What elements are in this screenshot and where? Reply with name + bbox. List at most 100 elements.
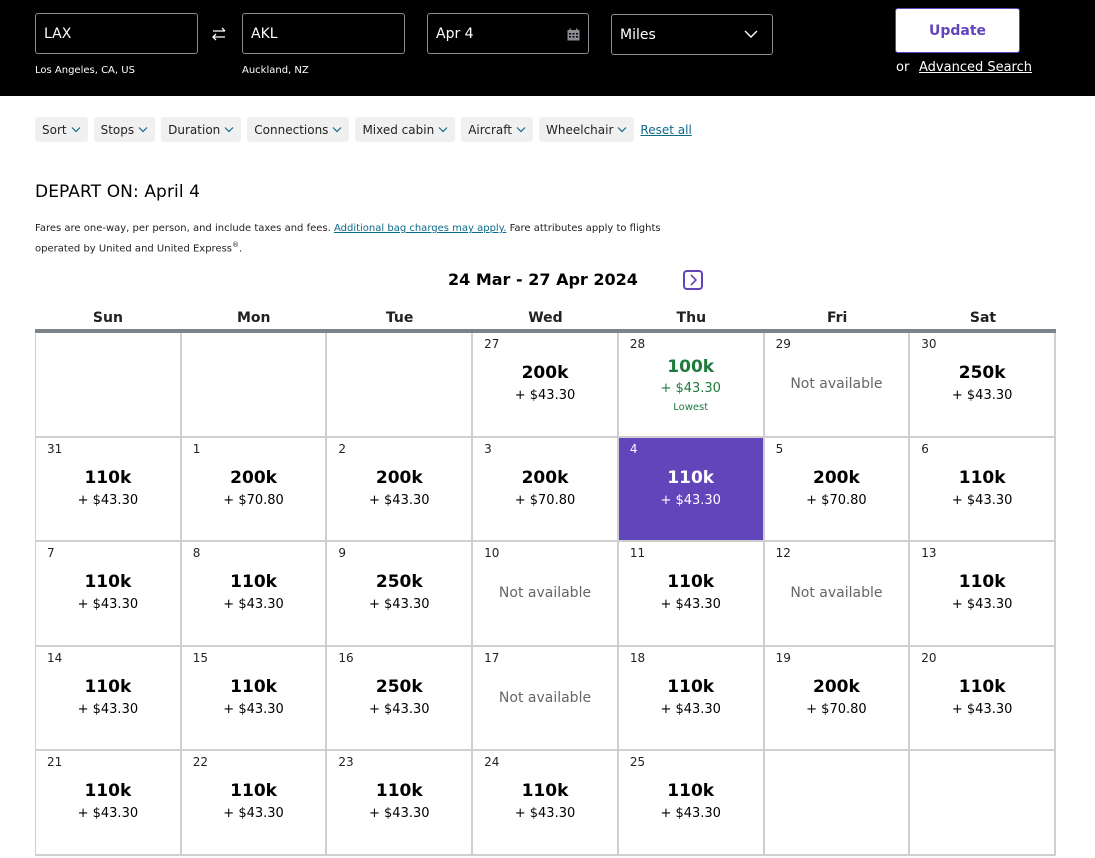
tax-fee: + $70.80 [223,492,284,508]
filter-mixed-cabin[interactable]: Mixed cabin [355,117,456,142]
calendar-day-cell[interactable]: 5 200k + $70.80 [764,437,911,542]
bag-charges-link[interactable]: Additional bag charges may apply. [334,223,506,234]
calendar-day-cell[interactable]: 16 250k + $43.30 [327,646,474,751]
weekday-wed: Wed [528,310,563,326]
registered-mark: ® [232,241,240,249]
filter-connections[interactable]: Connections [247,117,350,142]
destination-code: AKL [251,25,278,42]
calendar-day-cell[interactable]: 9 250k + $43.30 [327,542,474,647]
calendar-day-cell[interactable]: 4 110k + $43.30 [618,437,765,542]
tax-fee: + $43.30 [77,701,139,717]
day-number: 29 [775,337,791,351]
weekday-tue: Tue [385,310,414,326]
filter-label: Mixed cabin [362,122,435,137]
tax-fee: + $43.30 [951,597,1013,612]
miles-price: 200k [521,467,569,488]
miles-price: 110k [375,781,423,801]
tax-fee: + $43.30 [660,492,721,508]
calendar-day-cell[interactable]: 13 110k + $43.30 [910,542,1056,647]
calendar-day-cell[interactable]: 10 Not available [473,542,619,647]
tax-fee: + $43.30 [514,388,576,403]
calendar-day-cell[interactable]: 2 200k + $43.30 [327,437,474,542]
tax-fee: + $43.30 [660,806,721,821]
destination-city: Auckland, NZ [242,65,309,76]
next-month-button[interactable] [683,270,703,290]
day-number: 31 [47,441,63,456]
miles-price: 110k [667,781,715,801]
filter-label: Sort [42,122,67,137]
calendar-day-cell[interactable]: 28 100k + $43.30 Lowest [618,333,765,438]
tax-fee: + $43.30 [223,806,284,821]
calendar-day-cell[interactable]: 8 110k + $43.30 [181,542,328,647]
filter-wheelchair[interactable]: Wheelchair [539,117,635,142]
not-available-text: Not available [498,689,592,706]
weekday-sun: Sun [92,310,123,326]
weekday-sat: Sat [969,310,997,326]
day-number: 19 [775,650,791,665]
day-number: 10 [484,546,500,560]
calendar-day-cell[interactable]: 7 110k + $43.30 [36,542,182,647]
chevron-down-icon [617,127,627,133]
filter-label: Stops [100,122,135,137]
fare-note-end: . [239,243,243,255]
depart-title: DEPART ON: April 4 [35,182,201,202]
filter-sort[interactable]: Sort [35,117,88,142]
miles-price: 200k [813,467,860,488]
calendar-day-cell[interactable]: 15 110k + $43.30 [181,646,328,751]
filter-bar: Sort Stops Duration Connections Mixed cabin A… [35,117,692,142]
calendar-day-cell[interactable]: 3 200k + $70.80 [473,437,619,542]
calendar-day-cell[interactable]: 11 110k + $43.30 [618,542,765,647]
calendar-day-cell[interactable]: 29 Not available [764,333,911,438]
calendar-day-cell[interactable]: 20 110k + $43.30 [910,646,1056,751]
miles-price: 110k [84,467,132,488]
tax-fee: + $70.80 [806,492,867,508]
origin-input[interactable]: LAX [35,13,198,54]
chevron-down-icon [71,127,81,133]
calendar-day-cell[interactable]: 19 200k + $70.80 [764,646,911,751]
tax-fee: + $43.30 [77,806,139,821]
advanced-search-link[interactable]: Advanced Search [919,60,1032,75]
calendar-day-cell[interactable]: 27 200k + $43.30 [473,333,619,438]
day-number: 7 [47,546,55,560]
filter-duration[interactable]: Duration [161,117,242,142]
chevron-down-icon [333,127,342,133]
calendar-day-cell[interactable]: 1 200k + $70.80 [181,437,328,542]
tax-fee: + $43.30 [223,701,284,717]
calendar-day-cell[interactable]: 17 Not available [473,646,619,751]
calendar-cell-empty [181,333,328,438]
swap-arrows-icon[interactable] [210,25,228,43]
calendar-icon[interactable] [567,28,580,41]
day-number: 8 [192,546,201,560]
miles-price: 200k [521,363,569,383]
calendar-day-cell[interactable]: 21 110k + $43.30 [36,751,182,856]
filter-aircraft[interactable]: Aircraft [461,117,534,142]
depart-date-input[interactable]: Apr 4 [427,13,589,54]
calendar-day-cell[interactable]: 24 110k + $43.30 [473,751,619,856]
calendar-day-cell[interactable]: 23 110k + $43.30 [327,751,474,856]
fare-type-select[interactable]: Miles [611,14,773,55]
destination-input[interactable]: AKL [242,13,405,54]
depart-date-value: Apr 4 [436,25,474,42]
calendar-day-cell[interactable]: 30 250k + $43.30 [910,333,1056,438]
day-number: 21 [47,755,63,769]
day-number: 15 [192,650,208,665]
tax-fee: + $43.30 [660,597,721,612]
update-button[interactable]: Update [895,8,1020,53]
day-number: 18 [629,650,646,665]
calendar-day-cell[interactable]: 18 110k + $43.30 [618,646,765,751]
filter-stops[interactable]: Stops [93,117,156,142]
miles-price: 250k [375,572,423,592]
calendar-day-cell[interactable]: 31 110k + $43.30 [36,437,182,542]
weekday-header: Sun Mon Tue Wed Thu Fri Sat [35,310,1056,326]
calendar-day-cell[interactable]: 14 110k + $43.30 [36,646,182,751]
calendar-day-cell[interactable]: 25 110k + $43.30 [618,751,765,856]
tax-fee: + $43.30 [369,597,430,612]
calendar-day-cell[interactable]: 22 110k + $43.30 [181,751,328,856]
miles-price: 110k [667,467,715,488]
calendar-day-cell[interactable]: 6 110k + $43.30 [910,437,1056,542]
day-number: 13 [921,546,937,560]
calendar-day-cell[interactable]: 12 Not available [764,542,911,647]
calendar-cell-empty [910,751,1056,856]
or-text: or [896,60,910,75]
reset-all-link[interactable]: Reset all [640,123,691,137]
